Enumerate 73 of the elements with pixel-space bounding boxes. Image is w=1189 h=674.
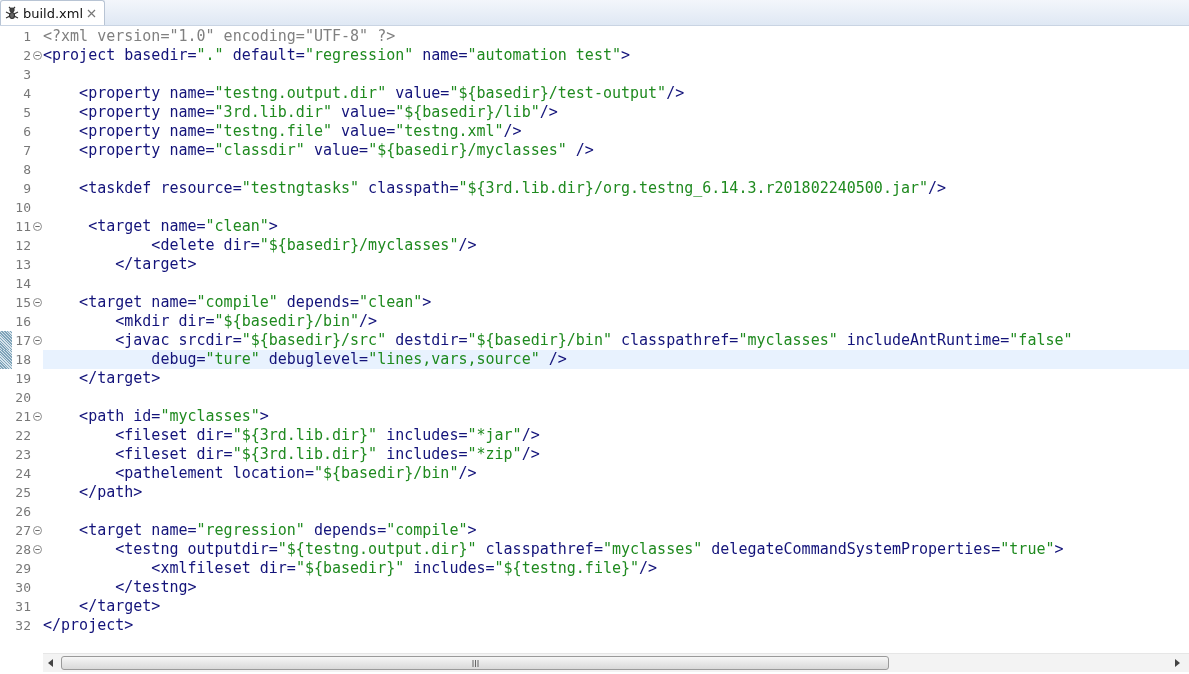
line-number: 14 <box>14 275 31 293</box>
collapse-icon[interactable] <box>32 526 42 535</box>
line-number: 30 <box>14 579 31 597</box>
code-line: <pathelement location="${basedir}/bin"/> <box>114 464 478 483</box>
code-line: <xmlfileset dir="${basedir}" includes="${testng.file}"/> <box>150 559 659 578</box>
code-line: <property name="3rd.lib.dir" value="${basedir}/lib"/> <box>78 103 559 122</box>
tab-title: build.xml <box>23 5 84 21</box>
code-line: <fileset dir="${3rd.lib.dir}" includes="*jar"/> <box>114 426 541 445</box>
code-line: <target name="compile" depends="clean"> <box>78 293 433 312</box>
scroll-left-icon[interactable] <box>47 659 55 667</box>
ant-file-icon <box>5 6 19 20</box>
line-number: 17 <box>14 332 31 350</box>
code-line: </target> <box>114 255 198 274</box>
code-line: <target name="clean"> <box>87 217 279 236</box>
line-number: 32 <box>14 617 31 635</box>
line-number: 12 <box>14 237 31 255</box>
code-line: </target> <box>78 597 162 616</box>
line-number: 11 <box>14 218 31 236</box>
code-line: <property name="classdir" value="${basedir}/myclasses" /> <box>78 141 595 160</box>
horizontal-scrollbar[interactable] <box>43 653 1189 672</box>
code-line: </target> <box>78 369 162 388</box>
collapse-icon[interactable] <box>32 545 42 554</box>
line-number: 19 <box>14 370 31 388</box>
code-line: </testng> <box>114 578 198 597</box>
line-number: 13 <box>14 256 31 274</box>
collapse-icon[interactable] <box>32 412 42 421</box>
scroll-thumb[interactable] <box>61 656 889 670</box>
line-number: 25 <box>14 484 31 502</box>
line-number: 8 <box>22 161 31 179</box>
line-number: 20 <box>14 389 31 407</box>
line-number: 21 <box>14 408 31 426</box>
code-line: <taskdef resource="testngtasks" classpath="${3rd.lib.dir}/org.testng_6.14.3.r201802240500.jar"/> <box>78 179 948 198</box>
line-number: 2 <box>22 47 31 65</box>
code-line: </project> <box>43 616 135 635</box>
code-line: <mkdir dir="${basedir}/bin"/> <box>114 312 379 331</box>
code-line: <property name="testng.output.dir" value="${basedir}/test-output"/> <box>78 84 686 103</box>
collapse-icon[interactable] <box>32 222 42 231</box>
line-number: 29 <box>14 560 31 578</box>
collapse-icon[interactable] <box>32 51 42 60</box>
line-number: 7 <box>22 142 31 160</box>
line-number: 16 <box>14 313 31 331</box>
line-number: 5 <box>22 104 31 122</box>
code-line: <project basedir="." default="regression" name="automation test"> <box>43 46 632 65</box>
line-number: 31 <box>14 598 31 616</box>
line-number: 18 <box>14 351 31 369</box>
line-number: 1 <box>22 28 31 46</box>
line-number: 23 <box>14 446 31 464</box>
collapse-icon[interactable] <box>32 336 42 345</box>
line-number: 22 <box>14 427 31 445</box>
editor-tab[interactable]: build.xml <box>0 0 106 25</box>
line-number: 10 <box>14 199 31 217</box>
line-number: 6 <box>22 123 31 141</box>
grip-icon <box>471 659 479 667</box>
line-number: 28 <box>14 541 31 559</box>
close-icon[interactable] <box>87 8 97 18</box>
code-line: <path id="myclasses"> <box>78 407 270 426</box>
line-number: 9 <box>22 180 31 198</box>
scroll-right-icon[interactable] <box>1173 659 1181 667</box>
code-line: <property name="testng.file" value="testng.xml"/> <box>78 122 523 141</box>
line-number: 4 <box>22 85 31 103</box>
line-number: 27 <box>14 522 31 540</box>
code-line: </path> <box>78 483 144 502</box>
collapse-icon[interactable] <box>32 298 42 307</box>
line-number: 15 <box>14 294 31 312</box>
code-line: <delete dir="${basedir}/myclasses"/> <box>150 236 478 255</box>
code-line: <fileset dir="${3rd.lib.dir}" includes="*zip"/> <box>114 445 541 464</box>
code-line: <?xml version="1.0" encoding="UTF-8" ?> <box>43 27 397 46</box>
line-number: 26 <box>14 503 31 521</box>
code-line: <target name="regression" depends="compile"> <box>78 521 478 540</box>
code-line: <testng outputdir="${testng.output.dir}" classpathref="myclasses" delegateCommandSystemProperties="true"> <box>114 540 1065 559</box>
code-line: <javac srcdir="${basedir}/src" destdir="${basedir}/bin" classpathref="myclasses" includeAntRuntime="false" <box>114 331 1074 350</box>
line-number: 3 <box>22 66 31 84</box>
line-number: 24 <box>14 465 31 483</box>
